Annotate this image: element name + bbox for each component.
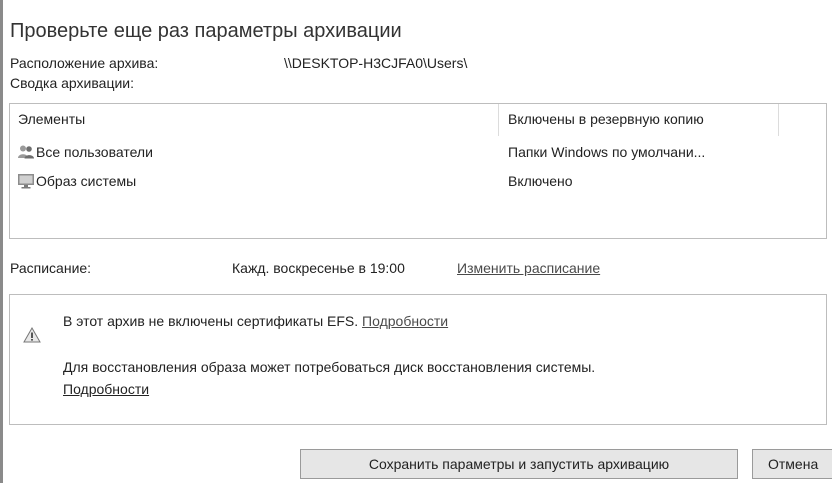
summary-label: Сводка архивации: [10,75,134,91]
table-row[interactable]: Образ системы Включено [10,170,826,196]
cancel-button[interactable]: Отмена [752,449,832,479]
users-icon [18,145,34,159]
change-schedule-link[interactable]: Изменить расписание [457,260,600,276]
location-value: \\DESKTOP-H3CJFA0\Users\ [284,55,468,71]
column-separator[interactable] [498,104,499,136]
item-included: Папки Windows по умолчани... [508,144,706,160]
window-border [0,0,3,483]
schedule-label: Расписание: [10,260,92,276]
efs-details-link[interactable]: Подробности [362,313,448,329]
efs-warning-text: В этот архив не включены сертификаты EFS… [63,313,359,329]
column-separator[interactable] [778,104,779,136]
warning-icon [23,327,41,343]
table-header: Элементы Включены в резервную копию [10,104,826,136]
monitor-icon [18,174,34,189]
warnings-panel: В этот архив не включены сертификаты EFS… [9,294,827,425]
save-and-run-button[interactable]: Сохранить параметры и запустить архиваци… [300,449,738,479]
recovery-details-link[interactable]: Подробности [63,381,149,397]
item-name: Образ системы [36,173,137,189]
table-row[interactable]: Все пользователи Папки Windows по умолча… [10,141,826,167]
column-header-included[interactable]: Включены в резервную копию [508,111,704,127]
efs-warning: В этот архив не включены сертификаты EFS… [63,313,448,329]
backup-summary-table: Элементы Включены в резервную копию Все … [9,103,827,239]
column-header-items[interactable]: Элементы [18,111,85,127]
item-included: Включено [508,173,573,189]
location-label: Расположение архива: [10,55,159,71]
item-name: Все пользователи [36,144,153,160]
recovery-warning-text: Для восстановления образа может потребов… [63,359,596,375]
schedule-value: Кажд. воскресенье в 19:00 [232,260,405,276]
page-title: Проверьте еще раз параметры архивации [10,20,402,42]
